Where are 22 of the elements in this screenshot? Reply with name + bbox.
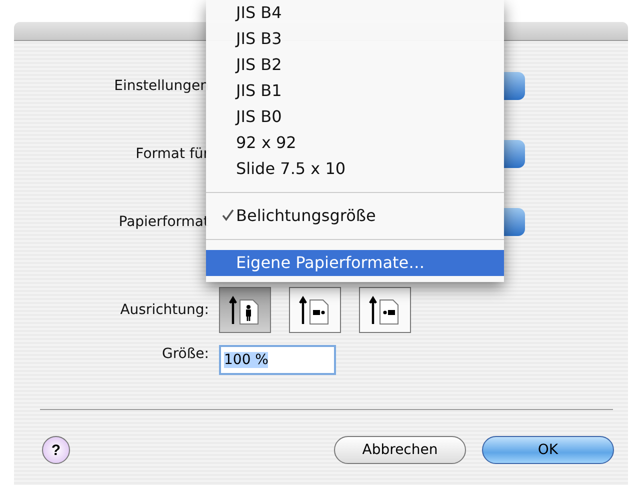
field-label: Papierformat (118, 213, 209, 232)
ok-button[interactable]: OK (482, 436, 614, 464)
menu-item[interactable]: 92 x 92 (206, 130, 504, 156)
cancel-button[interactable]: Abbrechen (334, 436, 466, 464)
menu-item[interactable]: Belichtungsgröße (206, 203, 504, 229)
field-label: Ausrichtung: (119, 301, 209, 320)
orientation-button[interactable] (219, 287, 271, 333)
size-input-field[interactable]: 100 % (219, 345, 336, 375)
orientation-button[interactable] (289, 287, 341, 333)
menu-item[interactable]: JIS B3 (206, 26, 504, 52)
menu-item[interactable]: JIS B1 (206, 78, 504, 104)
menu-item[interactable]: Slide 7.5 x 10 (206, 156, 504, 182)
menu-item[interactable]: Eigene Papierformate… (206, 250, 504, 276)
field-label: Format für (134, 145, 209, 164)
field-label: Größe: (160, 345, 209, 364)
menu-item[interactable]: JIS B4 (206, 0, 504, 26)
checkmark-icon (222, 209, 234, 221)
orientation-button[interactable] (359, 287, 411, 333)
field-label: Einstellungen (113, 77, 209, 96)
menu-item[interactable]: JIS B0 (206, 104, 504, 130)
menu-item[interactable]: JIS B2 (206, 52, 504, 78)
help-button[interactable]: ? (42, 436, 70, 464)
